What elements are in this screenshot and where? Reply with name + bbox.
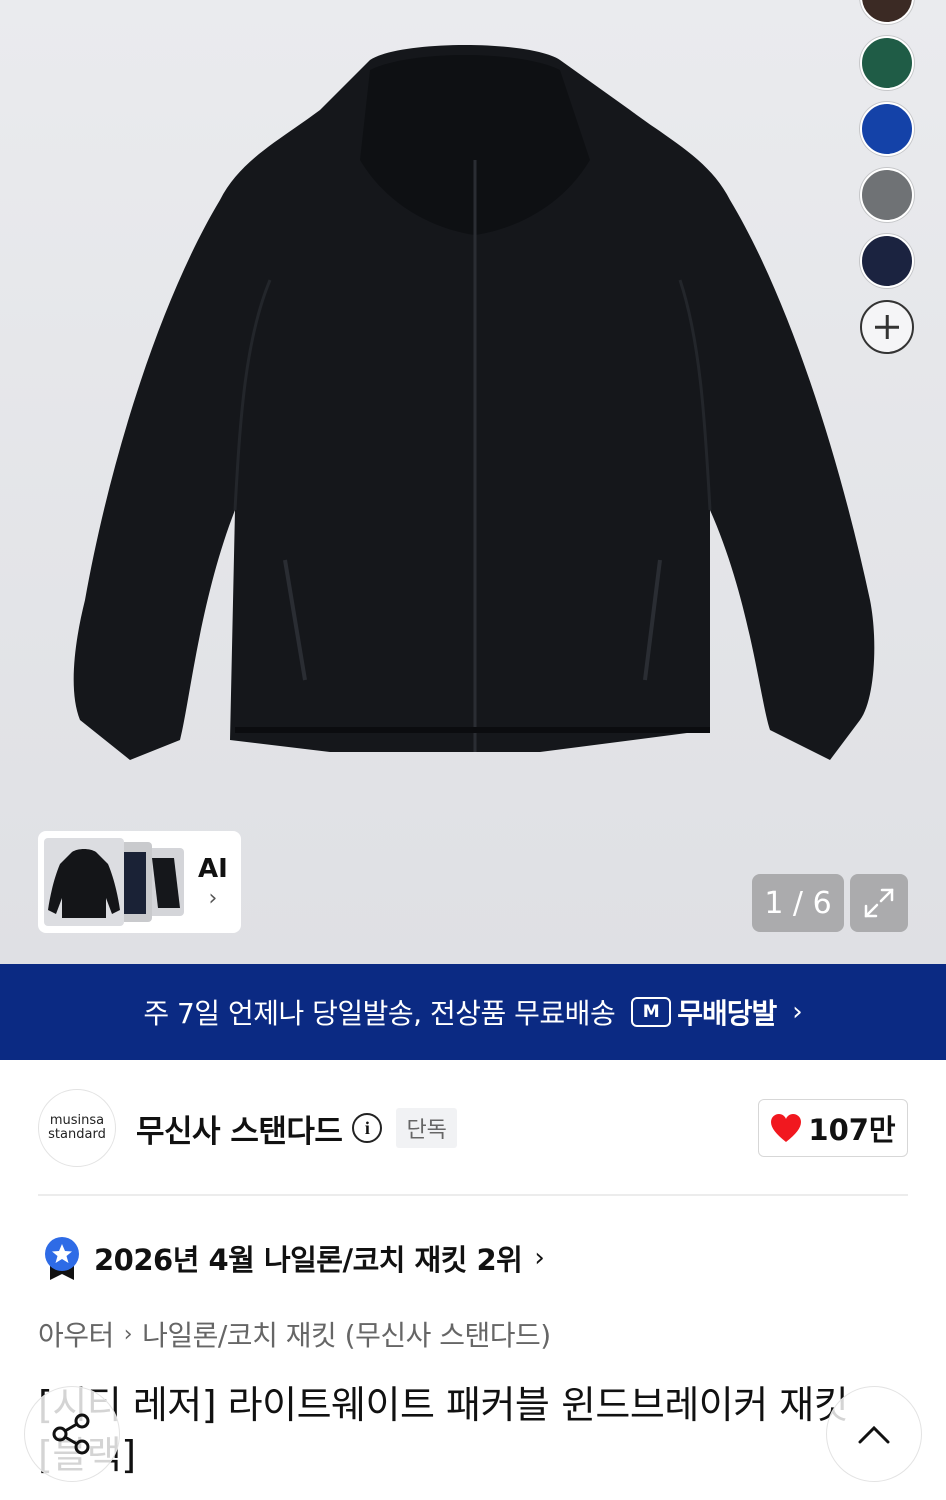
chevron-right-icon: › <box>123 1321 133 1347</box>
delivery-brand: 무배당발 <box>677 997 777 1030</box>
brand-logo[interactable]: musinsa standard <box>38 1089 116 1167</box>
product-image <box>73 45 875 760</box>
delivery-badge: M 무배당발 <box>631 992 777 1032</box>
breadcrumb-item-category[interactable]: 나일론/코치 재킷 (무신사 스탠다드) <box>142 1314 551 1354</box>
chevron-right-icon: › <box>208 885 218 911</box>
divider <box>38 1194 908 1196</box>
ai-label: AI <box>198 853 228 884</box>
expand-icon[interactable] <box>850 874 908 932</box>
brand-name[interactable]: 무신사 스탠다드 <box>136 1106 343 1151</box>
delivery-logo-icon: M <box>631 997 672 1027</box>
like-button[interactable]: 107만 <box>758 1099 908 1157</box>
color-swatch-navy[interactable] <box>860 234 914 288</box>
brand-logo-text: musinsa <box>49 1113 105 1128</box>
product-title: [시티 레저] 라이트웨이트 패커블 윈드브레이커 재킷 [블랙] <box>38 1383 849 1477</box>
chevron-right-icon: › <box>792 997 803 1027</box>
image-counter: 1 / 6 <box>752 874 844 932</box>
banner-text: 주 7일 언제나 당일발송, 전상품 무료배송 <box>143 997 616 1030</box>
plus-icon[interactable] <box>860 300 914 354</box>
brand-logo-text: standard <box>48 1127 106 1142</box>
brand-row: musinsa standard 무신사 스탠다드 i 단독 107만 <box>38 1088 908 1168</box>
color-swatch-list <box>860 0 914 354</box>
heart-icon <box>771 1114 802 1142</box>
chevron-up-icon <box>858 1425 890 1444</box>
share-icon <box>52 1413 90 1455</box>
ranking-link[interactable]: 2026년 4월 나일론/코치 재킷 2위 › <box>44 1236 545 1280</box>
breadcrumb-item-outer[interactable]: 아우터 <box>38 1314 114 1354</box>
ranking-text: 2026년 4월 나일론/코치 재킷 2위 <box>94 1243 523 1277</box>
exclusive-tag: 단독 <box>396 1108 457 1148</box>
info-icon[interactable]: i <box>352 1113 383 1143</box>
like-count: 107만 <box>808 1113 896 1147</box>
chevron-right-icon: › <box>534 1243 545 1273</box>
ai-thumbnails <box>44 838 186 926</box>
scroll-to-top-button[interactable] <box>826 1386 922 1482</box>
color-swatch-green[interactable] <box>860 36 914 90</box>
ranking-badge-icon <box>45 1237 79 1280</box>
product-image-gallery[interactable]: AI › 1 / 6 <box>0 0 946 964</box>
color-swatch-brown[interactable] <box>860 0 914 24</box>
ai-thumbnail <box>44 838 124 926</box>
color-swatch-blue[interactable] <box>860 102 914 156</box>
delivery-banner[interactable]: 주 7일 언제나 당일발송, 전상품 무료배송 M 무배당발 › <box>0 964 946 1060</box>
ai-styling-card[interactable]: AI › <box>38 831 241 933</box>
breadcrumb: 아우터 › 나일론/코치 재킷 (무신사 스탠다드) <box>38 1314 551 1354</box>
color-swatch-gray[interactable] <box>860 168 914 222</box>
share-button[interactable] <box>24 1386 120 1482</box>
